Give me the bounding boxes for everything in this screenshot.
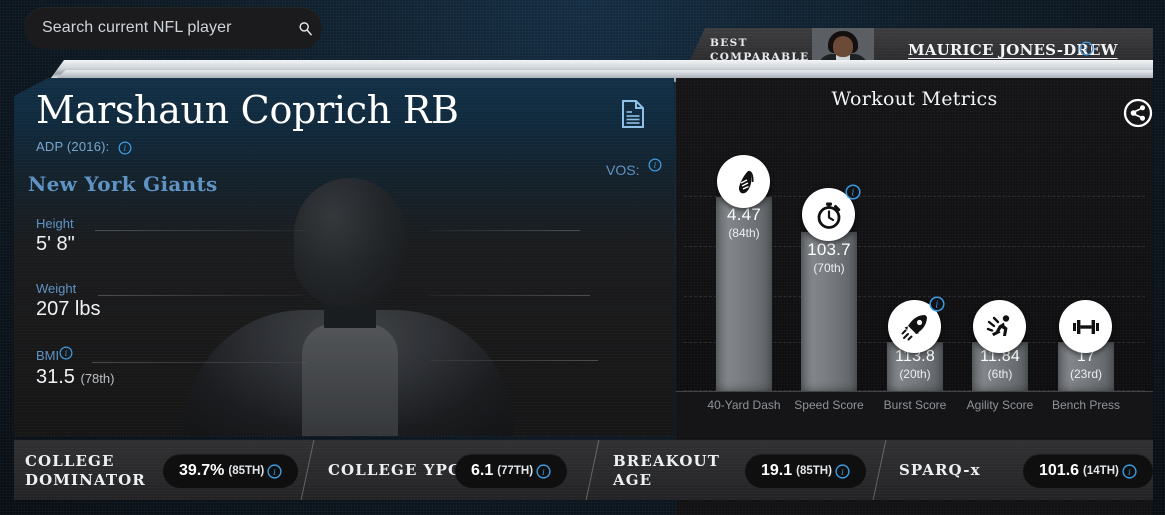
caption-line2: DOMINATOR <box>25 471 146 489</box>
search-icon[interactable] <box>288 7 322 49</box>
info-icon[interactable]: i <box>1122 463 1137 479</box>
metric-caption-college-dominator: COLLEGE DOMINATOR <box>25 452 146 490</box>
info-icon[interactable]: i <box>648 158 662 172</box>
adp-row: ADP (2016): i <box>36 139 132 155</box>
metric-value: 39.7% <box>179 462 225 479</box>
metric-percentile: (85TH) <box>796 465 832 477</box>
metric-caption-breakout-age: BREAKOUT AGE <box>613 452 720 490</box>
dumbbell-icon <box>1059 300 1112 353</box>
info-icon[interactable]: i <box>267 463 282 479</box>
best-comparable-label-line1: BEST <box>710 37 748 49</box>
stat-percentile: (78th) <box>80 370 115 386</box>
bar-40-yard-dash[interactable]: 4.47 (84th) <box>716 197 772 391</box>
caption-line1: SPARQ-x <box>899 461 981 479</box>
svg-text:i: i <box>124 144 127 153</box>
search-input[interactable] <box>24 18 288 38</box>
svg-text:i: i <box>1128 466 1131 476</box>
metric-percentile: (77TH) <box>497 465 534 477</box>
info-icon[interactable]: i <box>835 463 850 479</box>
stat-label: Height <box>36 216 74 231</box>
metric-pill-breakout-age[interactable]: 19.1 (85TH) i <box>745 454 866 488</box>
info-icon[interactable]: i <box>1079 41 1094 56</box>
bar-percentile: (84th) <box>728 226 760 240</box>
bar-percentile: (70th) <box>813 261 845 275</box>
info-icon[interactable]: i <box>118 141 132 155</box>
caption-line1: BREAKOUT <box>613 452 720 470</box>
info-icon[interactable]: i <box>536 463 551 479</box>
shoe-icon <box>717 155 770 208</box>
caption-line1: COLLEGE YPC <box>328 461 462 479</box>
caption-line1: COLLEGE <box>25 452 115 470</box>
player-team[interactable]: New York Giants <box>28 172 218 196</box>
bar-percentile: (23rd) <box>1069 367 1102 381</box>
metric-percentile: (14TH) <box>1083 465 1119 477</box>
stat-label: Weight <box>36 281 77 296</box>
player-silhouette <box>184 178 514 436</box>
vos-label: VOS: <box>606 162 640 178</box>
metric-pill-sparq-x[interactable]: 101.6 (14TH) i <box>1023 454 1153 488</box>
bar-percentile: (6th) <box>987 367 1013 381</box>
metric-pill-college-dominator[interactable]: 39.7% (85TH) i <box>163 454 299 488</box>
page-title: Marshaun Coprich RB <box>36 88 459 132</box>
info-icon[interactable]: i <box>59 346 73 360</box>
stat-number: 31.5 <box>36 365 75 388</box>
stat-value: 31.5 (78th) <box>36 366 114 389</box>
svg-text:i: i <box>654 161 657 170</box>
search-box[interactable] <box>24 7 322 49</box>
svg-text:i: i <box>273 466 276 476</box>
metric-pill-college-ypc[interactable]: 6.1 (77TH) i <box>455 454 568 488</box>
svg-text:i: i <box>852 189 855 199</box>
document-icon[interactable] <box>620 99 646 134</box>
metric-value: 101.6 <box>1039 462 1080 479</box>
app-root: BEST COMPARABLE MAURICE JONES-DREW i Mar… <box>0 0 1165 515</box>
svg-text:i: i <box>1085 44 1088 54</box>
caption-line2: AGE <box>613 471 653 489</box>
stat-value: 5' 8" <box>36 233 75 255</box>
chart-xlabel-4: Bench Press <box>1051 398 1121 412</box>
bar-value: 4.47 <box>727 205 761 224</box>
metric-value: 19.1 <box>761 462 793 479</box>
running-man-icon <box>973 300 1026 353</box>
bar-speed-score[interactable]: 103.7 (70th) <box>801 232 857 391</box>
bar-value: 103.7 <box>807 240 851 259</box>
info-icon[interactable]: i <box>929 296 945 317</box>
svg-text:i: i <box>936 301 939 311</box>
bar-percentile: (20th) <box>899 367 931 381</box>
metric-caption-sparq-x: SPARQ-x <box>899 461 981 480</box>
stat-value: 207 lbs <box>36 298 101 320</box>
stat-bmi: BMI i 31.5 (78th) <box>36 346 114 389</box>
best-comparable-label: BEST COMPARABLE <box>710 36 810 64</box>
adp-label: ADP (2016): <box>36 139 110 154</box>
stat-weight: Weight 207 lbs <box>36 281 101 321</box>
stat-height: Height 5' 8" <box>36 216 75 256</box>
info-icon[interactable]: i <box>845 184 861 205</box>
metric-value: 6.1 <box>471 462 494 479</box>
metric-caption-college-ypc: COLLEGE YPC <box>328 461 461 480</box>
workout-metrics-title: Workout Metrics <box>831 88 998 110</box>
chart-xlabel-1: Speed Score <box>794 398 864 412</box>
share-icon[interactable] <box>1123 98 1153 133</box>
metric-percentile: (85TH) <box>228 465 265 477</box>
chart-xlabel-3: Agility Score <box>966 398 1034 412</box>
stat-label-text: BMI <box>36 348 60 363</box>
svg-text:i: i <box>841 466 844 476</box>
svg-text:i: i <box>65 349 68 358</box>
vos-row: VOS: i <box>606 158 662 178</box>
svg-text:i: i <box>542 466 545 476</box>
